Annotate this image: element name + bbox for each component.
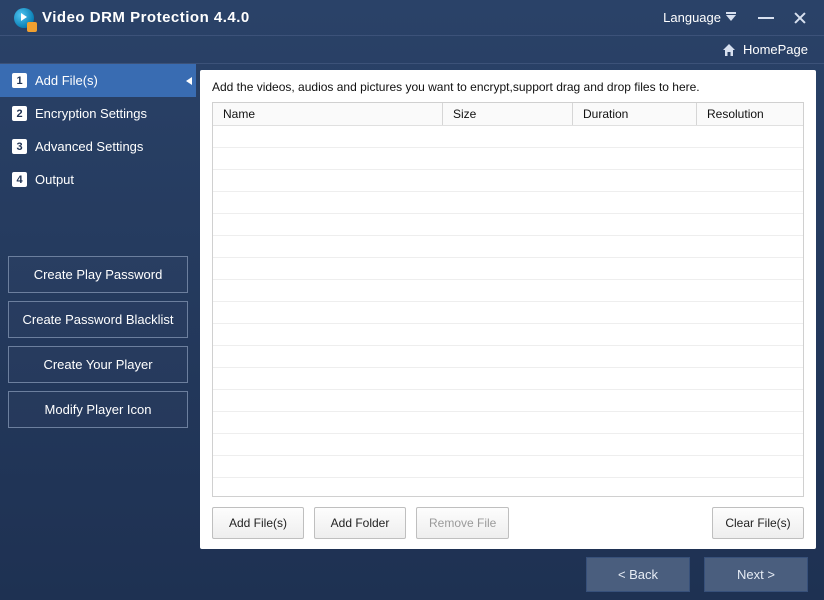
add-folder-button[interactable]: Add Folder bbox=[314, 507, 406, 539]
table-header: Name Size Duration Resolution bbox=[213, 103, 803, 126]
homepage-link[interactable]: HomePage bbox=[721, 42, 808, 58]
column-name[interactable]: Name bbox=[213, 103, 443, 125]
panel-hint: Add the videos, audios and pictures you … bbox=[212, 80, 804, 94]
step-output[interactable]: 4 Output bbox=[0, 163, 196, 196]
step-number: 2 bbox=[12, 106, 27, 121]
app-title: Video DRM Protection 4.4.0 bbox=[42, 9, 250, 26]
homepage-label: HomePage bbox=[743, 42, 808, 57]
create-password-blacklist-button[interactable]: Create Password Blacklist bbox=[8, 301, 188, 338]
app-logo-icon bbox=[14, 8, 34, 28]
step-number: 1 bbox=[12, 73, 27, 88]
column-resolution[interactable]: Resolution bbox=[697, 103, 803, 125]
step-label: Output bbox=[35, 172, 74, 187]
table-body-dropzone[interactable] bbox=[213, 126, 803, 496]
dropdown-caret-icon bbox=[726, 15, 736, 21]
column-duration[interactable]: Duration bbox=[573, 103, 697, 125]
panel-actions: Add File(s) Add Folder Remove File Clear… bbox=[212, 497, 804, 539]
title-bar: Video DRM Protection 4.4.0 Language bbox=[0, 0, 824, 36]
file-table[interactable]: Name Size Duration Resolution bbox=[212, 102, 804, 497]
sidebar: 1 Add File(s) 2 Encryption Settings 3 Ad… bbox=[0, 64, 196, 600]
language-label: Language bbox=[663, 10, 721, 25]
step-label: Add File(s) bbox=[35, 73, 98, 88]
step-add-files[interactable]: 1 Add File(s) bbox=[0, 64, 196, 97]
step-label: Advanced Settings bbox=[35, 139, 143, 154]
back-button[interactable]: < Back bbox=[586, 557, 690, 592]
remove-file-button[interactable]: Remove File bbox=[416, 507, 509, 539]
step-number: 4 bbox=[12, 172, 27, 187]
column-size[interactable]: Size bbox=[443, 103, 573, 125]
close-button[interactable] bbox=[790, 8, 810, 28]
step-label: Encryption Settings bbox=[35, 106, 147, 121]
clear-files-button[interactable]: Clear File(s) bbox=[712, 507, 804, 539]
step-number: 3 bbox=[12, 139, 27, 154]
minimize-button[interactable] bbox=[756, 8, 776, 28]
main-panel: Add the videos, audios and pictures you … bbox=[200, 70, 816, 549]
create-play-password-button[interactable]: Create Play Password bbox=[8, 256, 188, 293]
home-icon bbox=[721, 42, 737, 58]
step-encryption-settings[interactable]: 2 Encryption Settings bbox=[0, 97, 196, 130]
create-your-player-button[interactable]: Create Your Player bbox=[8, 346, 188, 383]
modify-player-icon-button[interactable]: Modify Player Icon bbox=[8, 391, 188, 428]
language-dropdown[interactable]: Language bbox=[657, 8, 742, 27]
next-button[interactable]: Next > bbox=[704, 557, 808, 592]
sub-bar: HomePage bbox=[0, 36, 824, 64]
wizard-nav: < Back Next > bbox=[200, 549, 816, 594]
add-files-button[interactable]: Add File(s) bbox=[212, 507, 304, 539]
step-advanced-settings[interactable]: 3 Advanced Settings bbox=[0, 130, 196, 163]
